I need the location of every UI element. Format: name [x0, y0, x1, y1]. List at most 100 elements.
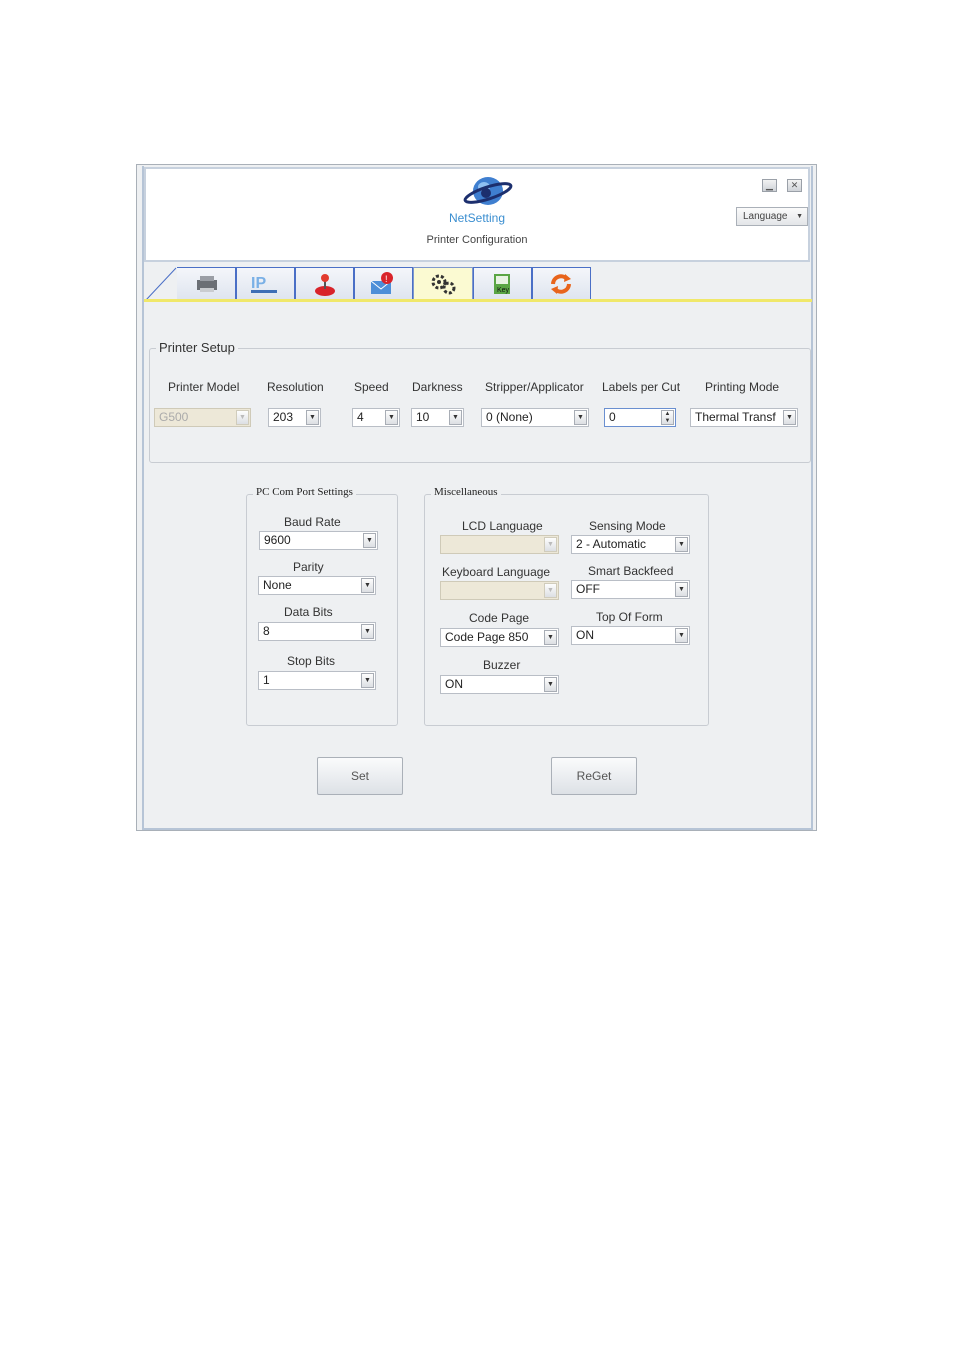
chevron-down-icon: ▼: [363, 533, 376, 548]
minimize-button[interactable]: ▁: [762, 179, 777, 192]
chevron-down-icon: ▼: [306, 410, 319, 425]
tab-printer[interactable]: [177, 267, 236, 299]
buzzer-select[interactable]: ON ▼: [440, 675, 559, 694]
chevron-down-icon: ▼: [574, 410, 587, 425]
top-of-form-label: Top Of Form: [596, 610, 663, 624]
stripper-applicator-select[interactable]: 0 (None) ▼: [481, 408, 589, 427]
chevron-down-icon: ▼: [544, 583, 557, 598]
sensing-mode-label: Sensing Mode: [589, 519, 666, 533]
tab-mail-alert[interactable]: !: [354, 267, 413, 299]
smart-backfeed-select[interactable]: OFF ▼: [571, 580, 690, 599]
printer-icon: [197, 276, 217, 292]
printer-model-value: G500: [159, 410, 189, 424]
svg-text:Key: Key: [497, 287, 510, 294]
printer-model-select[interactable]: G500 ▼: [154, 408, 251, 427]
tab-key-file[interactable]: Key: [473, 267, 532, 299]
printer-model-label: Printer Model: [168, 380, 240, 394]
speed-value: 4: [357, 410, 364, 424]
parity-value: None: [263, 578, 292, 592]
ip-network-icon: IP: [251, 275, 277, 293]
language-label: Language: [743, 211, 788, 222]
gears-icon: [431, 274, 456, 295]
parity-select[interactable]: None ▼: [258, 576, 376, 595]
header-panel: NetSetting Printer Configuration ▁ ✕ Lan…: [144, 167, 810, 262]
code-page-value: Code Page 850: [445, 630, 529, 644]
sensing-mode-select[interactable]: 2 - Automatic ▼: [571, 535, 690, 554]
chevron-down-icon: ▼: [361, 578, 374, 593]
tab-ip-network[interactable]: IP: [236, 267, 295, 299]
speed-label: Speed: [354, 380, 389, 394]
chevron-down-icon: ▼: [236, 410, 249, 425]
tab-joystick[interactable]: [295, 267, 354, 299]
reget-button[interactable]: ReGet: [551, 757, 637, 795]
set-button[interactable]: Set: [317, 757, 403, 795]
close-icon: ✕: [790, 180, 799, 190]
resolution-value: 203: [273, 410, 294, 424]
joystick-icon: [315, 274, 335, 296]
logo-text: NetSetting: [448, 211, 506, 225]
keyboard-language-label: Keyboard Language: [442, 565, 551, 579]
resolution-select[interactable]: 203 ▼: [268, 408, 321, 427]
stop-bits-select[interactable]: 1 ▼: [258, 671, 376, 690]
close-button[interactable]: ✕: [787, 179, 802, 192]
stripper-applicator-value: 0 (None): [486, 410, 533, 424]
lcd-language-label: LCD Language: [462, 519, 543, 533]
chevron-down-icon: ▼: [385, 410, 398, 425]
chevron-down-icon: ▼: [796, 213, 803, 220]
chevron-down-icon: ▼: [783, 410, 796, 425]
tab-system-settings[interactable]: [413, 267, 473, 301]
printer-setup-group: Printer Setup: [149, 340, 811, 463]
chevron-down-icon: ▼: [449, 410, 462, 425]
buzzer-label: Buzzer: [483, 658, 521, 672]
svg-text:IP: IP: [251, 275, 266, 292]
stripper-applicator-label: Stripper/Applicator: [485, 380, 584, 394]
tab-refresh[interactable]: [532, 267, 591, 299]
sensing-mode-value: 2 - Automatic: [576, 537, 647, 551]
svg-text:!: !: [385, 274, 388, 284]
tab-bar: IP ! Key: [144, 267, 812, 301]
chevron-down-icon: ▼: [544, 677, 557, 692]
labels-per-cut-spinner[interactable]: 0 ▲ ▼: [604, 408, 676, 427]
darkness-select[interactable]: 10 ▼: [411, 408, 464, 427]
keyboard-language-select[interactable]: ▼: [440, 581, 559, 600]
buzzer-value: ON: [445, 677, 463, 691]
baud-rate-select[interactable]: 9600 ▼: [259, 531, 378, 550]
resolution-label: Resolution: [267, 380, 324, 394]
parity-label: Parity: [293, 560, 324, 574]
code-page-select[interactable]: Code Page 850 ▼: [440, 628, 559, 647]
chevron-down-icon: ▼: [544, 630, 557, 645]
labels-per-cut-value: 0: [609, 410, 616, 424]
darkness-label: Darkness: [412, 380, 463, 394]
printing-mode-label: Printing Mode: [705, 380, 780, 394]
smart-backfeed-value: OFF: [576, 582, 600, 596]
chevron-down-icon: ▼: [361, 624, 374, 639]
chevron-down-icon: ▼: [675, 537, 688, 552]
spin-updown-icon: ▲ ▼: [661, 410, 674, 425]
minimize-icon: ▁: [766, 180, 773, 190]
labels-per-cut-label: Labels per Cut: [602, 380, 681, 394]
language-dropdown[interactable]: Language ▼: [736, 207, 808, 226]
top-of-form-value: ON: [576, 628, 594, 642]
key-file-icon: Key: [494, 274, 510, 294]
window-subtitle: Printer Configuration: [426, 234, 528, 246]
tab-underline: [144, 299, 812, 302]
stop-bits-label: Stop Bits: [287, 654, 336, 668]
lcd-language-select[interactable]: ▼: [440, 535, 559, 554]
mail-alert-icon: !: [370, 272, 393, 294]
chevron-down-icon: ▼: [544, 537, 557, 552]
printer-setup-title: Printer Setup: [156, 340, 238, 355]
data-bits-value: 8: [263, 624, 270, 638]
stop-bits-value: 1: [263, 673, 270, 687]
speed-select[interactable]: 4 ▼: [352, 408, 400, 427]
code-page-label: Code Page: [469, 611, 530, 625]
printing-mode-select[interactable]: Thermal Transf ▼: [690, 408, 798, 427]
data-bits-select[interactable]: 8 ▼: [258, 622, 376, 641]
smart-backfeed-label: Smart Backfeed: [588, 564, 674, 578]
chevron-down-icon: ▼: [361, 673, 374, 688]
chevron-down-icon: ▼: [675, 628, 688, 643]
printing-mode-value: Thermal Transf: [695, 410, 776, 424]
misc-title: Miscellaneous: [431, 486, 501, 498]
top-of-form-select[interactable]: ON ▼: [571, 626, 690, 645]
baud-rate-label: Baud Rate: [284, 515, 341, 529]
refresh-icon: [551, 274, 571, 294]
